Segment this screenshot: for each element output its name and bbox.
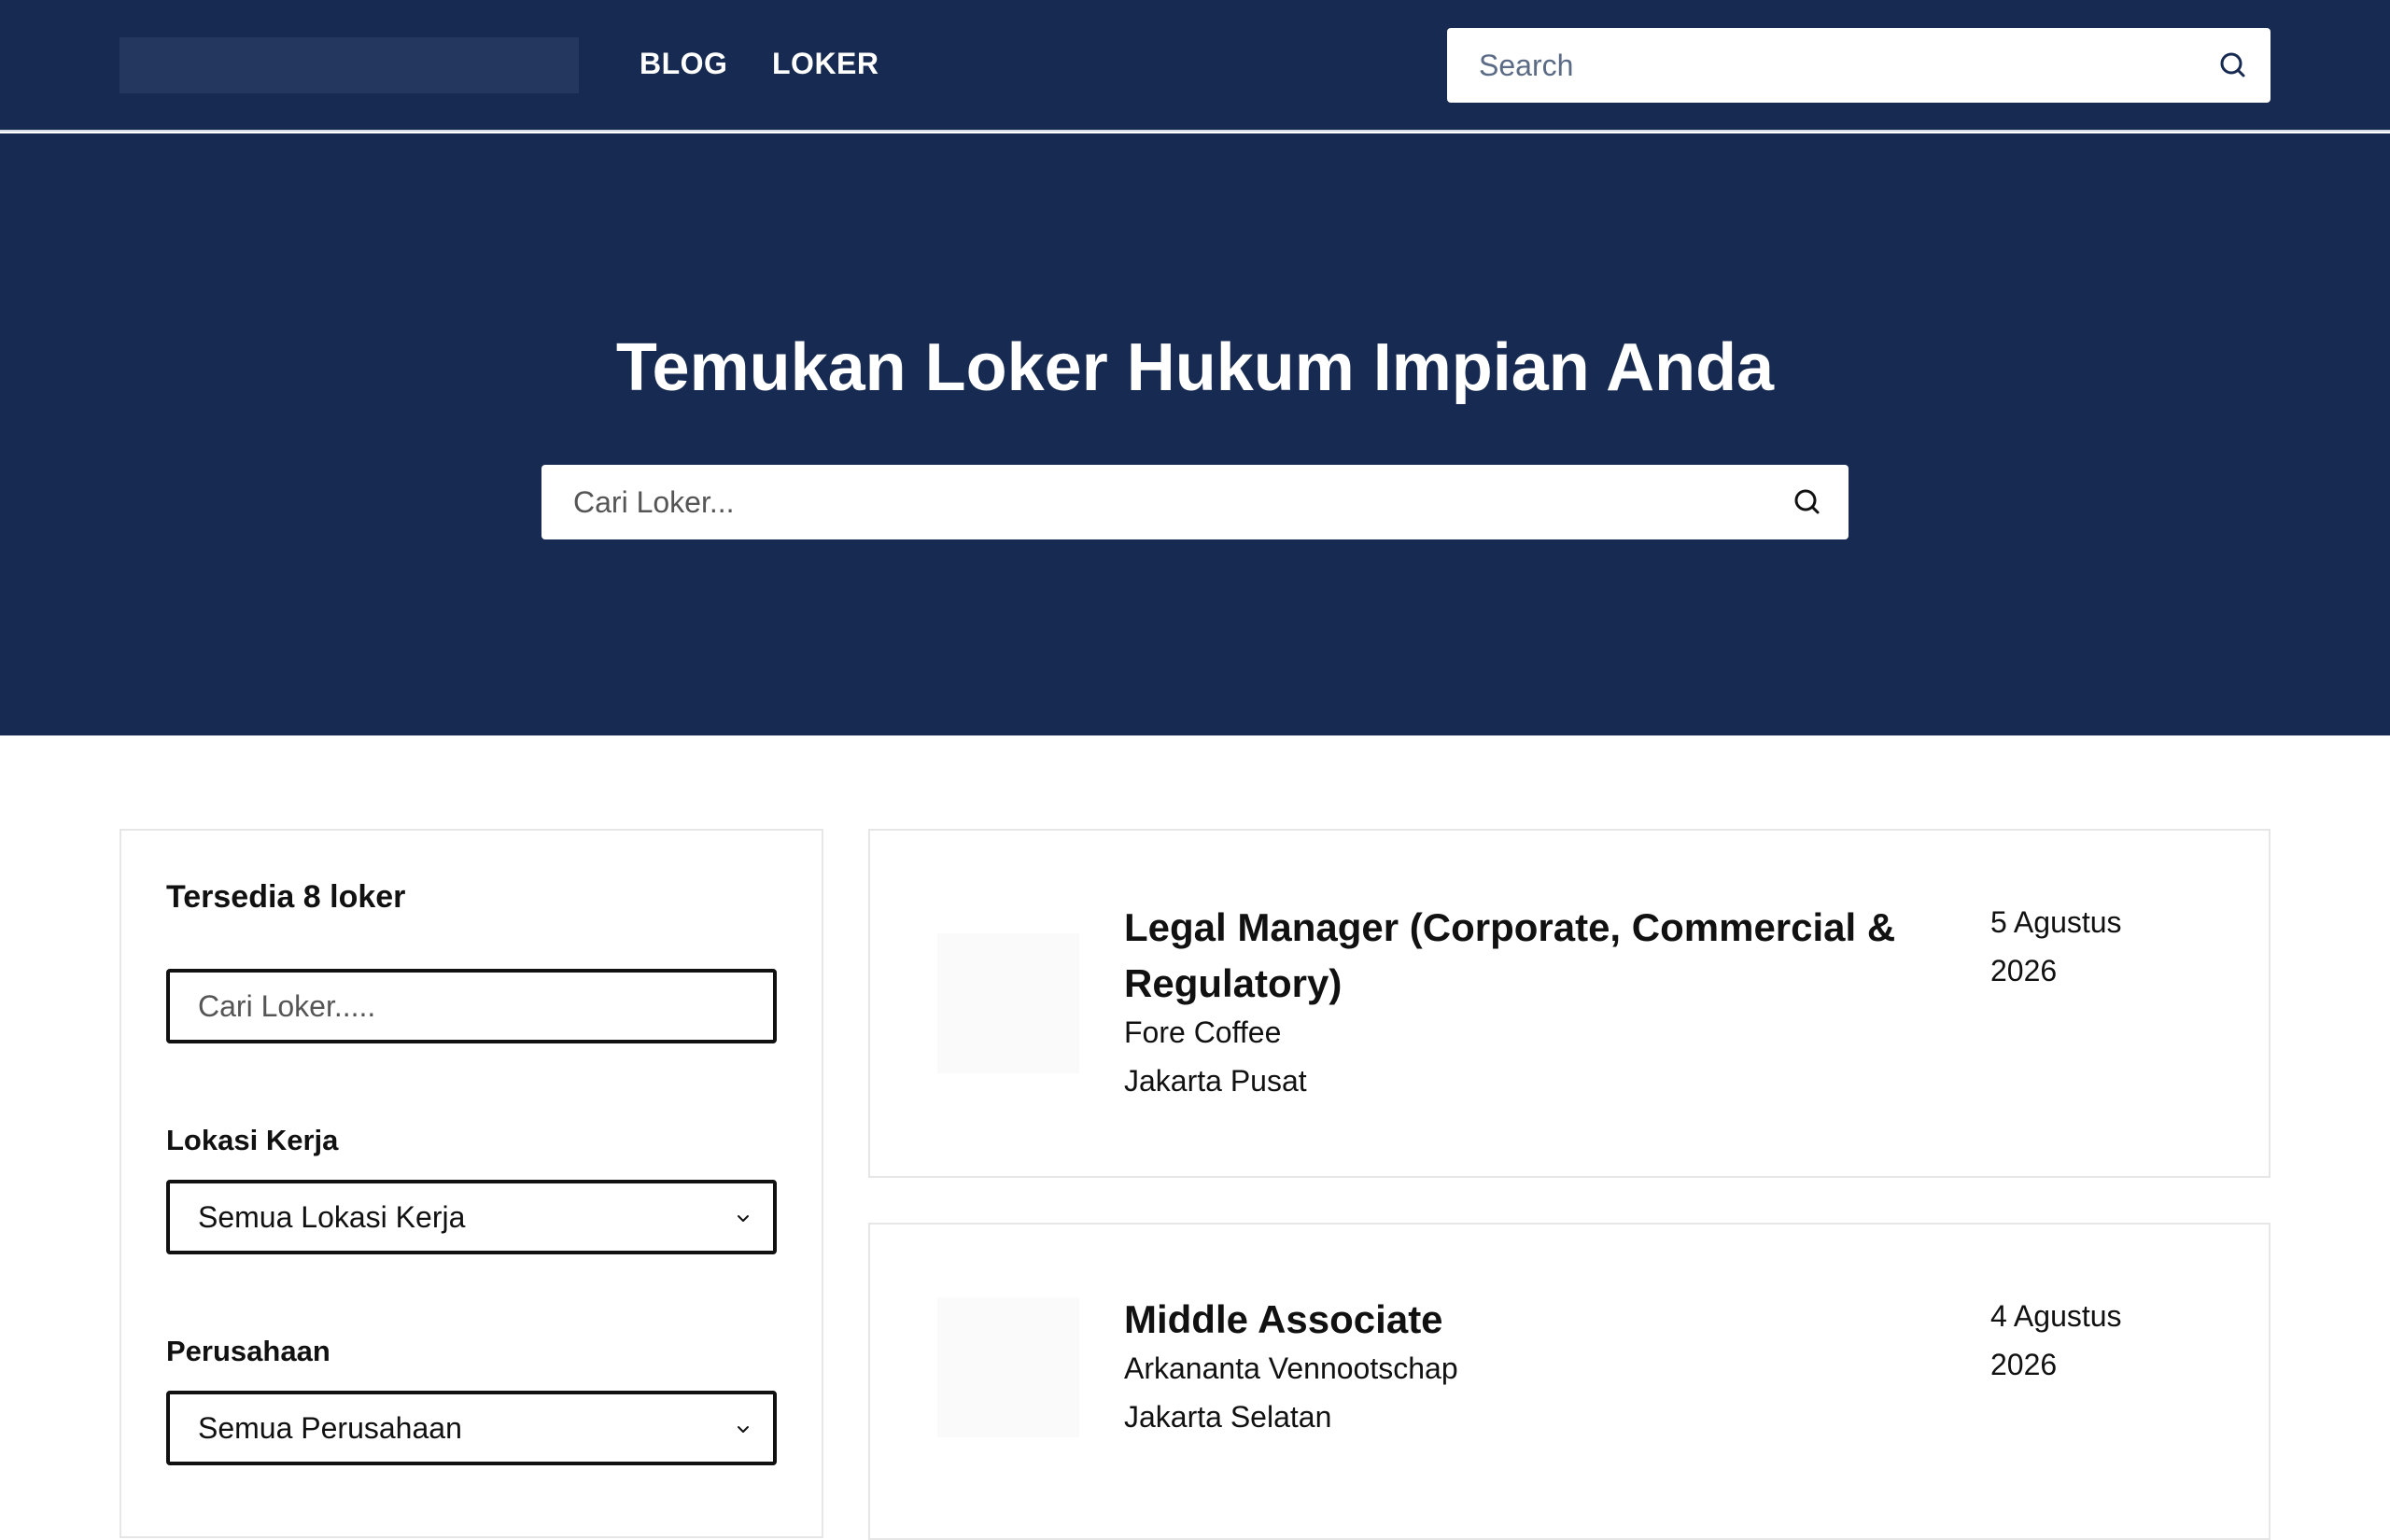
job-title[interactable]: Legal Manager (Corporate, Commercial & R… — [1124, 900, 1964, 1012]
company-logo — [937, 933, 1079, 1073]
location-label: Lokasi Kerja — [166, 1124, 339, 1156]
hero-search-input[interactable] — [541, 465, 1774, 539]
chevron-down-icon — [732, 1208, 754, 1230]
job-company: Arkananta Vennootschap — [1124, 1351, 1458, 1385]
job-location: Jakarta Pusat — [1124, 1064, 1307, 1098]
job-company: Fore Coffee — [1124, 1015, 1282, 1049]
nav-link-blog[interactable]: BLOG — [640, 47, 727, 81]
company-label: Perusahaan — [166, 1335, 330, 1367]
job-card[interactable]: Middle Associate Arkananta Vennootschap … — [868, 1223, 2270, 1540]
filter-search-input[interactable] — [166, 969, 777, 1043]
job-date: 4 Agustus 2026 — [1990, 1299, 2122, 1381]
company-select-value: Semua Perusahaan — [198, 1411, 462, 1445]
search-icon[interactable] — [2214, 47, 2252, 84]
header-search — [1447, 28, 2270, 103]
site-logo[interactable] — [120, 37, 579, 93]
header-search-input[interactable] — [1447, 28, 2194, 103]
job-date: 5 Agustus 2026 — [1990, 905, 2122, 987]
chevron-down-icon — [732, 1419, 754, 1441]
hero-section: Temukan Loker Hukum Impian Anda — [0, 133, 2390, 735]
company-logo — [937, 1297, 1079, 1437]
nav-link-loker[interactable]: LOKER — [772, 47, 879, 81]
location-select-value: Semua Lokasi Kerja — [198, 1200, 466, 1234]
search-icon[interactable] — [1789, 483, 1826, 521]
job-location: Jakarta Selatan — [1124, 1400, 1332, 1434]
job-count-label: Tersedia 8 loker — [166, 879, 406, 915]
navbar: BLOG LOKER — [0, 0, 2390, 132]
filter-sidebar: Tersedia 8 loker Lokasi Kerja Semua Loka… — [120, 829, 823, 1538]
job-title[interactable]: Middle Associate — [1124, 1292, 1964, 1348]
hero-title: Temukan Loker Hukum Impian Anda — [615, 330, 1775, 405]
location-select[interactable]: Semua Lokasi Kerja — [166, 1180, 777, 1254]
job-card[interactable]: Legal Manager (Corporate, Commercial & R… — [868, 829, 2270, 1178]
company-select[interactable]: Semua Perusahaan — [166, 1391, 777, 1465]
hero-search — [541, 465, 1849, 539]
